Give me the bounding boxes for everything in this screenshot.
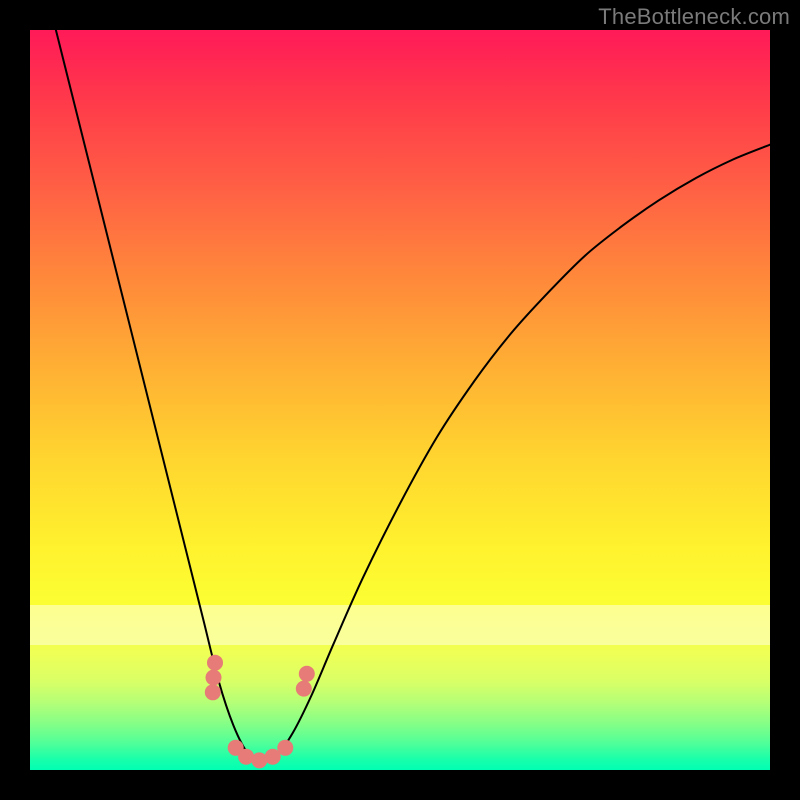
chart-frame: TheBottleneck.com bbox=[0, 0, 800, 800]
watermark-text: TheBottleneck.com bbox=[598, 4, 790, 30]
plot-gradient-background bbox=[30, 30, 770, 770]
